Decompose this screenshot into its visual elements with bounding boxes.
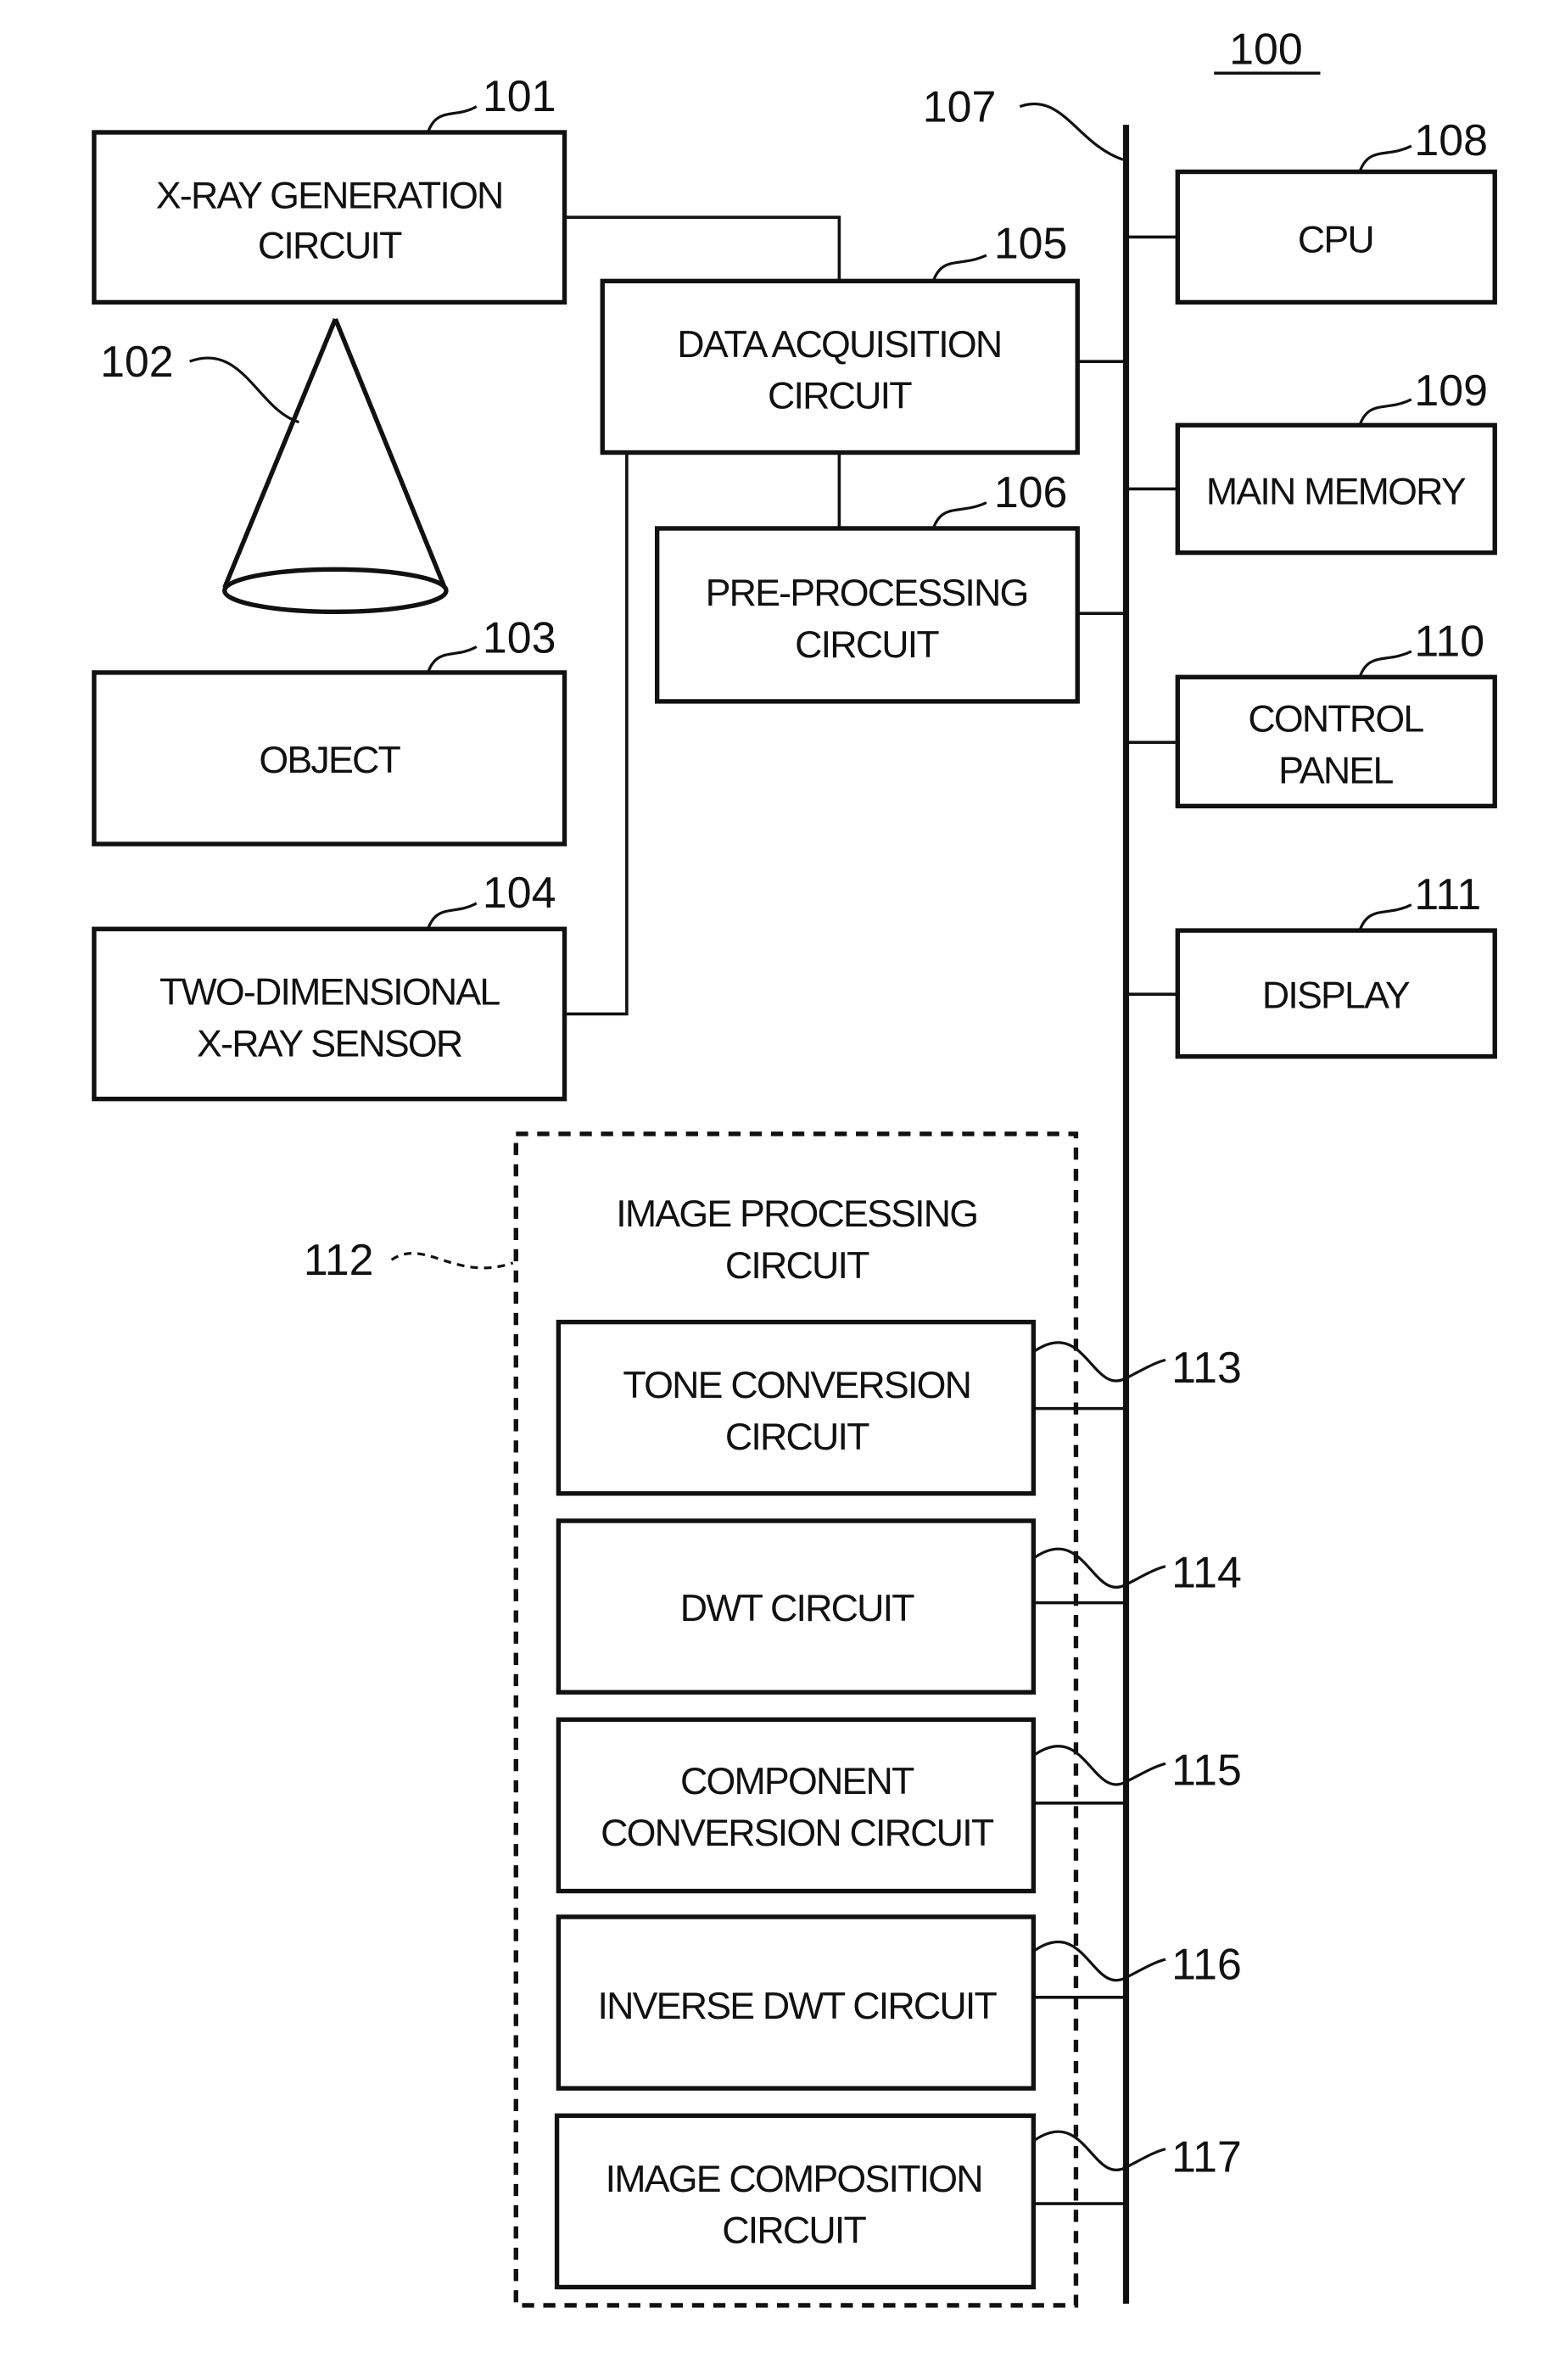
ref-106: 106 (994, 467, 1068, 517)
svg-text:CIRCUIT: CIRCUIT (725, 1245, 869, 1287)
block-x-ray-generation-circuit: X-RAY GENERATION CIRCUIT (92, 130, 567, 305)
block-inverse-dwt-circuit: INVERSE DWT CIRCUIT (556, 1914, 1037, 2091)
svg-text:CONTROL: CONTROL (1248, 699, 1423, 740)
ref-112: 112 (304, 1235, 374, 1284)
svg-text:TONE CONVERSION: TONE CONVERSION (623, 1365, 970, 1406)
ref-110: 110 (1414, 616, 1484, 665)
lead-105 (931, 254, 987, 282)
svg-text:PRE-PROCESSING: PRE-PROCESSING (706, 573, 1028, 614)
ref-117: 117 (1171, 2132, 1242, 2182)
svg-text:DISPLAY: DISPLAY (1262, 975, 1410, 1016)
block-display: DISPLAY (1175, 928, 1497, 1059)
svg-text:OBJECT: OBJECT (259, 740, 400, 781)
block-component-conversion-circuit: COMPONENT CONVERSION CIRCUIT (556, 1717, 1037, 1894)
ref-104: 104 (483, 868, 556, 917)
svg-text:X-RAY GENERATION: X-RAY GENERATION (156, 175, 503, 216)
x-ray-beam-cone (222, 318, 449, 615)
ref-102: 102 (100, 337, 174, 386)
ref-114: 114 (1171, 1548, 1242, 1597)
lead-109 (1358, 398, 1412, 426)
lead-102 (189, 356, 299, 424)
svg-text:CPU: CPU (1298, 219, 1373, 260)
block-two-dimensional-x-ray-sensor: TWO-DIMENSIONAL X-RAY SENSOR (92, 926, 567, 1102)
svg-text:X-RAY SENSOR: X-RAY SENSOR (197, 1024, 462, 1065)
ref-108: 108 (1414, 115, 1488, 165)
lead-101 (426, 105, 478, 133)
ref-107: 107 (923, 82, 997, 131)
link-101-105 (564, 215, 841, 282)
lead-111 (1358, 903, 1412, 931)
lead-107 (1019, 102, 1124, 161)
svg-text:TWO-DIMENSIONAL: TWO-DIMENSIONAL (159, 972, 500, 1014)
ref-115: 115 (1171, 1745, 1242, 1794)
svg-text:IMAGE COMPOSITION: IMAGE COMPOSITION (606, 2159, 982, 2200)
svg-text:INVERSE DWT CIRCUIT: INVERSE DWT CIRCUIT (597, 1986, 997, 2027)
block-data-acquisition-circuit: DATA ACQUISITION CIRCUIT (600, 278, 1080, 455)
block-object: OBJECT (92, 670, 567, 846)
link-104-105 (564, 452, 629, 1016)
svg-text:CIRCUIT: CIRCUIT (722, 2210, 866, 2252)
block-tone-conversion-circuit: TONE CONVERSION CIRCUIT (556, 1319, 1037, 1496)
lead-115 (1034, 1745, 1166, 1786)
svg-text:MAIN MEMORY: MAIN MEMORY (1206, 471, 1466, 512)
block-cpu: CPU (1175, 169, 1497, 305)
lead-116 (1034, 1941, 1166, 1982)
ref-111: 111 (1414, 869, 1481, 919)
block-image-composition-circuit: IMAGE COMPOSITION CIRCUIT (554, 2113, 1037, 2290)
lead-103 (426, 645, 478, 673)
lead-108 (1358, 144, 1412, 173)
lead-104 (426, 902, 478, 930)
svg-text:PANEL: PANEL (1278, 751, 1393, 792)
svg-text:IMAGE PROCESSING: IMAGE PROCESSING (616, 1193, 977, 1235)
block-control-panel: CONTROL PANEL (1175, 674, 1497, 809)
svg-text:CIRCUIT: CIRCUIT (258, 226, 402, 267)
block-main-memory: MAIN MEMORY (1175, 422, 1497, 556)
block-diagram: 100 107 X-RAY GENERATION CIRCUIT 101 102… (92, 25, 1497, 2308)
ref-116: 116 (1171, 1939, 1242, 1988)
lead-112 (390, 1251, 514, 1270)
svg-text:DWT CIRCUIT: DWT CIRCUIT (680, 1588, 915, 1629)
lead-110 (1358, 650, 1412, 678)
svg-text:CIRCUIT: CIRCUIT (725, 1416, 869, 1458)
svg-text:COMPONENT: COMPONENT (680, 1761, 914, 1802)
lead-113 (1034, 1341, 1166, 1383)
ref-101: 101 (483, 71, 556, 120)
ref-113: 113 (1171, 1343, 1242, 1392)
ref-105: 105 (994, 219, 1068, 268)
block-dwt-circuit: DWT CIRCUIT (556, 1518, 1037, 1695)
ref-109: 109 (1414, 366, 1488, 415)
block-pre-processing-circuit: PRE-PROCESSING CIRCUIT (654, 526, 1080, 704)
figure-ref-100: 100 (1229, 25, 1303, 74)
svg-text:CIRCUIT: CIRCUIT (795, 624, 939, 666)
lead-117 (1034, 2130, 1166, 2171)
svg-text:CIRCUIT: CIRCUIT (768, 376, 912, 417)
ref-103: 103 (483, 613, 556, 662)
lead-106 (931, 501, 987, 529)
lead-114 (1034, 1547, 1166, 1589)
svg-text:DATA ACQUISITION: DATA ACQUISITION (677, 324, 1001, 366)
svg-text:CONVERSION CIRCUIT: CONVERSION CIRCUIT (601, 1813, 994, 1854)
